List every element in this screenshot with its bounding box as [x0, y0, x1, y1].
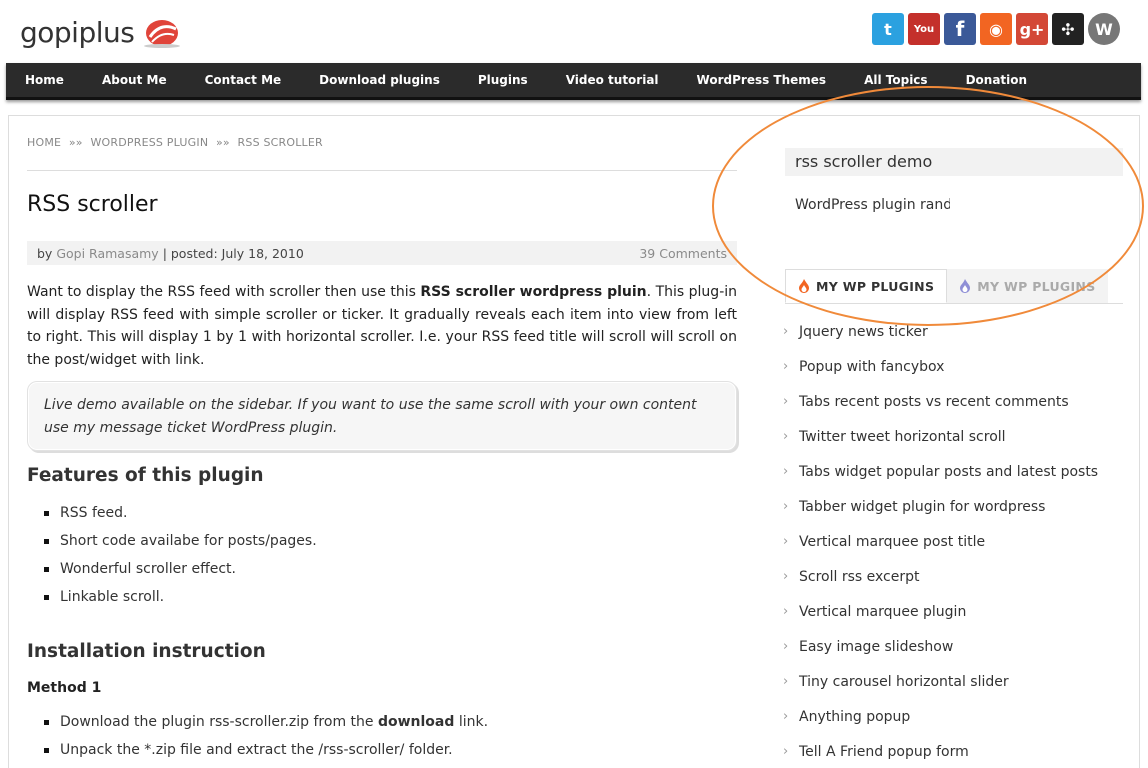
plugin-link[interactable]: Scroll rss excerpt — [783, 566, 1098, 601]
google-plus-icon[interactable]: g+ — [1016, 13, 1048, 45]
intro-bold: RSS scroller wordpress pluin — [420, 284, 647, 300]
breadcrumb: HOME »» WORDPRESS PLUGIN »» RSS SCROLLER — [27, 136, 327, 149]
plugin-link[interactable]: Popup with fancybox — [783, 356, 1098, 391]
joomla-icon[interactable]: ✣ — [1052, 13, 1084, 45]
plugin-link[interactable]: Vertical marquee post title — [783, 531, 1098, 566]
tab-label: MY WP PLUGINS — [816, 278, 935, 294]
list-item: RSS feed. — [44, 502, 317, 530]
install-steps-list: Download the plugin rss-scroller.zip fro… — [44, 711, 488, 767]
download-link[interactable]: download — [378, 714, 454, 730]
nav-donation[interactable]: Donation — [966, 73, 1027, 87]
meta-by: by — [37, 245, 53, 261]
plugin-link[interactable]: Tiny carousel horizontal slider — [783, 671, 1098, 706]
plugin-link[interactable]: Tabber widget plugin for wordpress — [783, 496, 1098, 531]
installation-heading: Installation instruction — [27, 641, 266, 662]
intro-text: Want to display the RSS feed with scroll… — [27, 284, 421, 300]
nav-video-tutorial[interactable]: Video tutorial — [566, 73, 659, 87]
logo-text: gopiplus — [20, 15, 135, 49]
list-item: Wonderful scroller effect. — [44, 558, 317, 586]
wordpress-icon[interactable]: W — [1088, 13, 1120, 45]
widget-title: rss scroller demo — [785, 148, 1123, 176]
page-title: RSS scroller — [27, 192, 158, 217]
tab-label: MY WP PLUGINS — [977, 278, 1096, 294]
list-item: Download the plugin rss-scroller.zip fro… — [44, 711, 488, 739]
author-link[interactable]: Gopi Ramasamy — [56, 246, 158, 261]
tab-my-wp-plugins[interactable]: MY WP PLUGINS — [785, 269, 948, 303]
tab-divider — [785, 303, 1123, 304]
logo-swirl-icon — [144, 20, 181, 48]
comments-link[interactable]: 39 Comments — [639, 246, 727, 261]
youtube-icon[interactable]: You — [908, 13, 940, 45]
plugin-link[interactable]: Vertical marquee plugin — [783, 601, 1098, 636]
rss-icon[interactable]: ◉ — [980, 13, 1012, 45]
nav-download-plugins[interactable]: Download plugins — [319, 73, 440, 87]
demo-note-quote: Live demo available on the sidebar. If y… — [27, 381, 737, 451]
plugin-link[interactable]: Twitter tweet horizontal scroll — [783, 426, 1098, 461]
method-heading: Method 1 — [27, 680, 102, 696]
facebook-icon[interactable]: f — [944, 13, 976, 45]
nav-contact[interactable]: Contact Me — [205, 73, 282, 87]
plugin-list: Jquery news ticker Popup with fancybox T… — [783, 321, 1098, 768]
divider — [27, 170, 737, 171]
plugin-link[interactable]: Jquery news ticker — [783, 321, 1098, 356]
flame-icon — [960, 279, 971, 293]
twitter-icon[interactable]: t — [872, 13, 904, 45]
features-heading: Features of this plugin — [27, 465, 264, 486]
post-intro: Want to display the RSS feed with scroll… — [27, 281, 737, 371]
plugin-tabs: MY WP PLUGINS MY WP PLUGINS — [785, 269, 1108, 304]
plugin-link[interactable]: Tabs widget popular posts and latest pos… — [783, 461, 1098, 496]
list-item: Linkable scroll. — [44, 586, 317, 614]
tab-my-wp-plugins-2[interactable]: MY WP PLUGINS — [947, 269, 1108, 303]
plugin-link[interactable]: Easy image slideshow — [783, 636, 1098, 671]
main-nav: Home About Me Contact Me Download plugin… — [6, 63, 1141, 100]
breadcrumb-home[interactable]: HOME — [27, 136, 61, 149]
flame-icon — [799, 279, 809, 293]
post-meta: by Gopi Ramasamy | posted: July 18, 2010… — [27, 241, 737, 265]
plugin-link[interactable]: Tabs recent posts vs recent comments — [783, 391, 1098, 426]
nav-wordpress-themes[interactable]: WordPress Themes — [697, 73, 827, 87]
breadcrumb-separator: »» — [68, 136, 83, 149]
features-list: RSS feed. Short code availabe for posts/… — [44, 502, 317, 614]
site-logo[interactable]: gopiplus — [20, 10, 182, 54]
nav-all-topics[interactable]: All Topics — [864, 73, 928, 87]
list-item: Short code availabe for posts/pages. — [44, 530, 317, 558]
breadcrumb-section[interactable]: WORDPRESS PLUGIN — [90, 136, 208, 149]
social-icons: t You f ◉ g+ ✣ W — [872, 13, 1120, 45]
rss-ticker[interactable]: WordPress plugin random — [795, 197, 950, 217]
breadcrumb-separator: »» — [215, 136, 230, 149]
nav-plugins[interactable]: Plugins — [478, 73, 528, 87]
breadcrumb-current: RSS SCROLLER — [237, 136, 323, 149]
plugin-link[interactable]: Tell A Friend popup form — [783, 741, 1098, 768]
step-text: Download the plugin rss-scroller.zip fro… — [60, 714, 378, 730]
plugin-link[interactable]: Anything popup — [783, 706, 1098, 741]
post-date: | posted: July 18, 2010 — [162, 245, 304, 261]
list-item: Unpack the *.zip file and extract the /r… — [44, 739, 488, 767]
nav-about[interactable]: About Me — [102, 73, 167, 87]
step-text: link. — [454, 714, 489, 730]
nav-home[interactable]: Home — [25, 73, 64, 87]
